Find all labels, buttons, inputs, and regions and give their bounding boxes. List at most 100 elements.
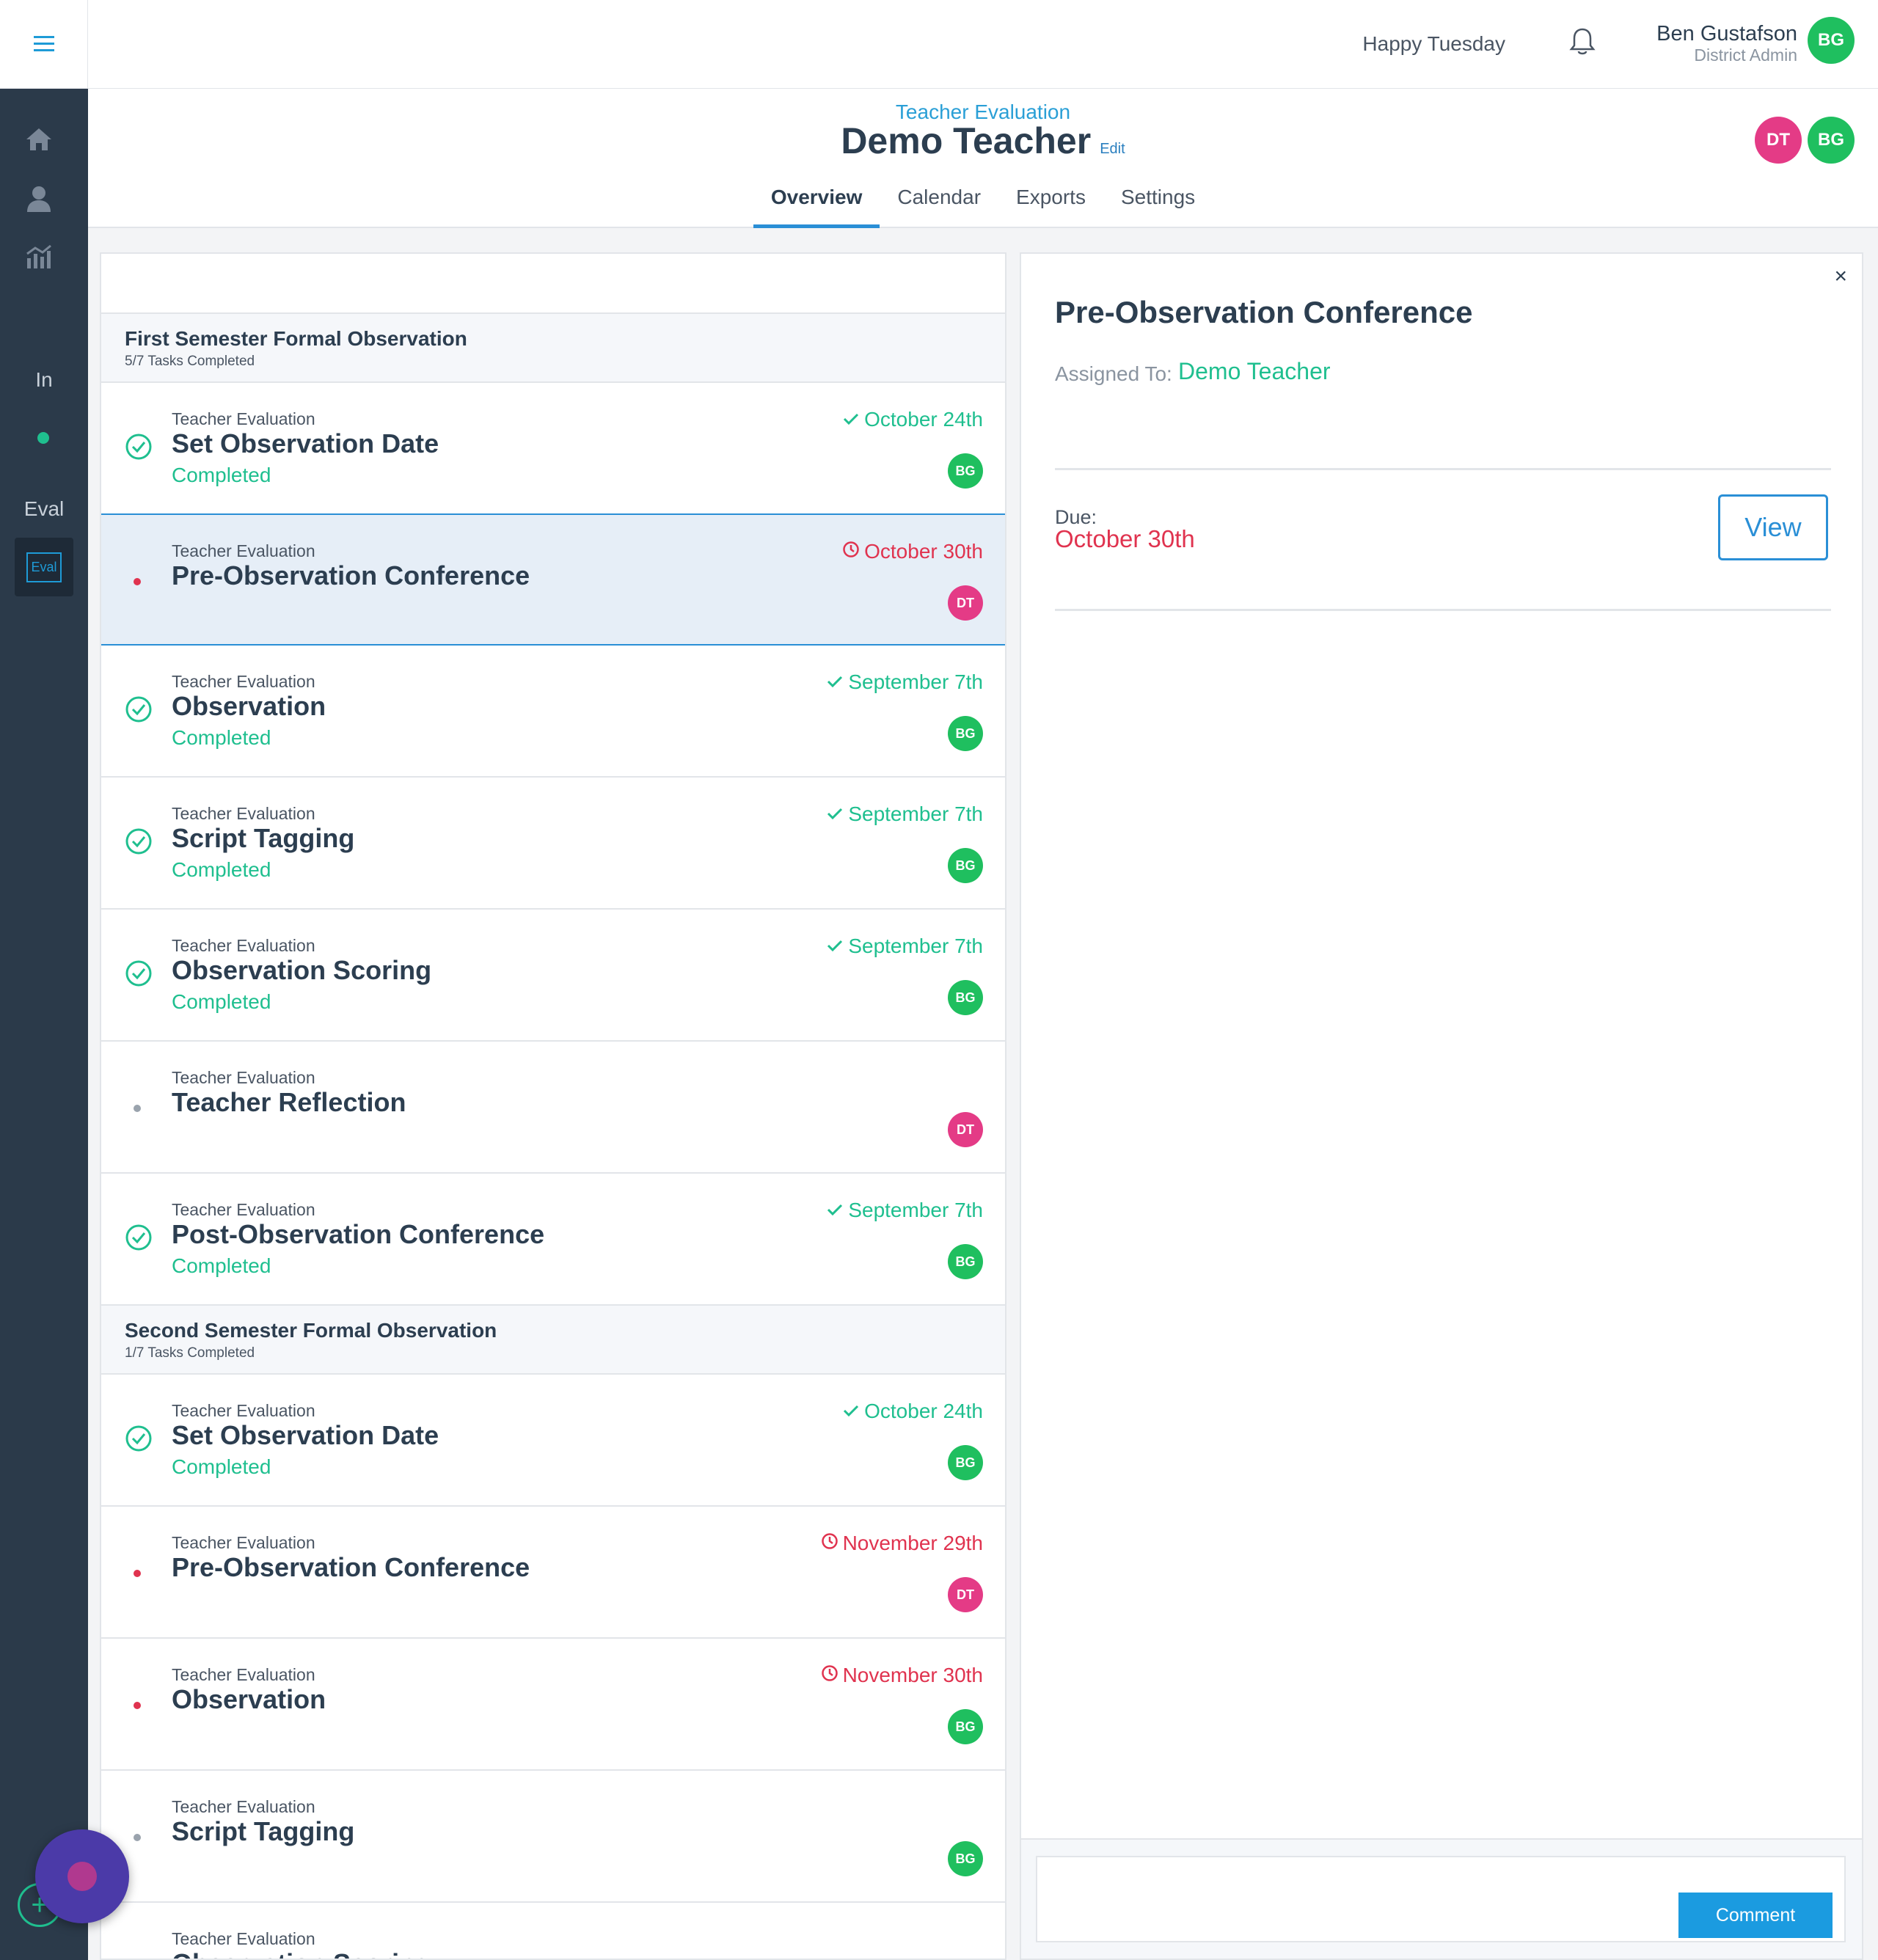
menu-toggle[interactable] — [0, 0, 88, 89]
close-icon[interactable]: × — [1834, 264, 1847, 289]
task-row[interactable]: Teacher Evaluation Script Tagging BG — [101, 1771, 1005, 1903]
task-status: Completed — [172, 1455, 271, 1478]
task-row[interactable]: Teacher Evaluation Pre-Observation Confer… — [101, 513, 1005, 646]
assignee-avatar[interactable]: DT — [948, 1112, 983, 1147]
assigned-label: Assigned To: — [1055, 362, 1172, 385]
task-category: Teacher Evaluation — [172, 1665, 315, 1684]
task-title: Observation Scoring — [172, 1948, 431, 1959]
task-row[interactable]: Teacher Evaluation Pre-Observation Confer… — [101, 1507, 1005, 1639]
people-nav[interactable] — [0, 185, 78, 213]
check-icon — [826, 802, 844, 826]
task-date-label: September 7th — [848, 1199, 983, 1221]
comment-footer: Comment — [1021, 1838, 1862, 1959]
divider — [1055, 468, 1831, 470]
task-category: Teacher Evaluation — [172, 1533, 315, 1552]
section-title: First Semester Formal Observation — [125, 327, 467, 350]
notifications-button[interactable] — [1569, 26, 1596, 61]
divider — [1055, 609, 1831, 611]
section-header[interactable]: Second Semester Formal Observation 1/7 Ta… — [101, 1306, 1005, 1375]
sidebar-item-eval[interactable]: Eval — [15, 538, 73, 596]
task-title: Post-Observation Conference — [172, 1219, 545, 1249]
view-button[interactable]: View — [1718, 494, 1828, 560]
user-avatar[interactable]: BG — [1808, 17, 1855, 64]
task-date-label: November 30th — [842, 1664, 983, 1686]
assignee-avatar[interactable]: DT — [948, 1577, 983, 1612]
assignee-avatar[interactable]: BG — [948, 716, 983, 751]
person-icon — [27, 186, 51, 212]
tab-settings[interactable]: Settings — [1103, 183, 1213, 228]
task-row[interactable]: Teacher Evaluation Observation November 30… — [101, 1639, 1005, 1771]
user-role: District Admin — [1694, 45, 1797, 65]
task-row[interactable]: Teacher Evaluation Teacher Reflection DT — [101, 1042, 1005, 1174]
task-row[interactable]: Teacher Evaluation Set Observation Date Co… — [101, 383, 1005, 515]
assignee-avatar[interactable]: DT — [948, 585, 983, 621]
assignee-avatar[interactable]: BG — [948, 1709, 983, 1744]
assignee-avatar[interactable]: BG — [948, 453, 983, 489]
task-category: Teacher Evaluation — [172, 672, 315, 691]
due-value: October 30th — [1055, 525, 1195, 552]
comment-button[interactable]: Comment — [1678, 1893, 1833, 1938]
task-row[interactable]: Teacher Evaluation Observation Scoring Com… — [101, 910, 1005, 1042]
check-icon — [826, 935, 844, 958]
assigned-value[interactable]: Demo Teacher — [1178, 358, 1331, 385]
task-date: November 29th — [821, 1532, 983, 1555]
check-circle-icon — [125, 1224, 153, 1255]
hamburger-icon[interactable] — [32, 34, 56, 54]
task-date: October 30th — [842, 540, 983, 563]
status-dot — [134, 1702, 141, 1709]
status-dot — [37, 432, 49, 444]
task-row[interactable]: Teacher Evaluation Set Observation Date Co… — [101, 1375, 1005, 1507]
tab-calendar[interactable]: Calendar — [880, 183, 998, 228]
task-date: November 30th — [821, 1664, 983, 1687]
bell-icon — [1569, 28, 1596, 55]
task-title: Script Tagging — [172, 1816, 355, 1846]
task-date-label: September 7th — [848, 670, 983, 693]
check-icon — [826, 670, 844, 694]
task-row[interactable]: Teacher Evaluation Script Tagging Complete… — [101, 778, 1005, 910]
comment-input[interactable]: Comment — [1036, 1856, 1846, 1942]
task-list: First Semester Formal Observation 5/7 Tas… — [100, 252, 1006, 1960]
participant-avatar-bg[interactable]: BG — [1808, 117, 1855, 164]
task-date: October 24th — [842, 1400, 983, 1423]
sidebar: In Eval Eval + — [0, 0, 88, 1960]
assignee-avatar[interactable]: BG — [948, 1244, 983, 1279]
home-nav[interactable] — [0, 126, 78, 153]
edit-link[interactable]: Edit — [1100, 141, 1125, 157]
check-circle-icon — [125, 1425, 153, 1456]
task-date-label: October 30th — [864, 540, 983, 563]
participant-avatar-dt[interactable]: DT — [1755, 117, 1802, 164]
status-dot — [134, 1570, 141, 1577]
task-category: Teacher Evaluation — [172, 804, 315, 823]
assignee-avatar[interactable]: BG — [948, 848, 983, 883]
task-status: Completed — [172, 1254, 271, 1277]
task-title: Set Observation Date — [172, 428, 439, 458]
task-category: Teacher Evaluation — [172, 1929, 315, 1948]
task-title: Teacher Reflection — [172, 1087, 406, 1117]
tab-bar: Overview Calendar Exports Settings — [88, 183, 1878, 228]
check-circle-icon — [125, 827, 153, 859]
task-title: Pre-Observation Conference — [172, 1552, 530, 1582]
task-row[interactable]: Teacher Evaluation Post-Observation Confe… — [101, 1174, 1005, 1306]
chat-launcher[interactable] — [35, 1829, 129, 1923]
user-name[interactable]: Ben Gustafson — [1656, 22, 1797, 46]
tab-overview[interactable]: Overview — [753, 183, 880, 228]
section-progress: 1/7 Tasks Completed — [125, 1345, 255, 1361]
task-row[interactable]: Teacher EvaluationObservation Scoring — [101, 1903, 1005, 1959]
detail-title: Pre-Observation Conference — [1055, 295, 1473, 329]
assignee-avatar[interactable]: BG — [948, 1841, 983, 1876]
section-header[interactable]: First Semester Formal Observation 5/7 Tas… — [101, 314, 1005, 383]
task-category: Teacher Evaluation — [172, 1200, 315, 1219]
assignee-avatar[interactable]: BG — [948, 1445, 983, 1480]
task-category: Teacher Evaluation — [172, 1797, 315, 1816]
task-date: September 7th — [826, 802, 983, 826]
task-status: Completed — [172, 858, 271, 881]
section-progress: 5/7 Tasks Completed — [125, 354, 255, 369]
task-status: Completed — [172, 990, 271, 1013]
sidebar-text-in: In — [35, 368, 53, 391]
tab-exports[interactable]: Exports — [998, 183, 1103, 228]
reports-nav[interactable] — [0, 244, 78, 270]
clock-icon — [821, 1532, 838, 1555]
task-date: September 7th — [826, 670, 983, 694]
assignee-avatar[interactable]: BG — [948, 980, 983, 1015]
task-row[interactable]: Teacher Evaluation Observation Completed Se… — [101, 646, 1005, 778]
